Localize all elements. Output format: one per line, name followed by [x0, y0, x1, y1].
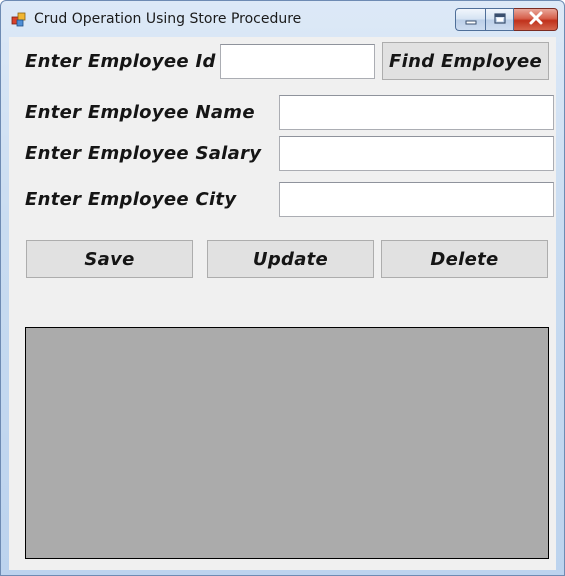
update-button[interactable]: Update [207, 240, 374, 278]
delete-button[interactable]: Delete [381, 240, 548, 278]
save-button[interactable]: Save [26, 240, 193, 278]
caption-buttons [455, 8, 558, 31]
employee-data-grid[interactable] [25, 327, 549, 559]
app-window: Crud Operation Using Store Procedure Ent… [0, 0, 565, 576]
employee-name-label: Enter Employee Name [25, 102, 255, 123]
employee-salary-input[interactable] [279, 136, 554, 171]
window-title: Crud Operation Using Store Procedure [34, 11, 302, 27]
title-bar[interactable]: Crud Operation Using Store Procedure [1, 1, 564, 37]
employee-name-input[interactable] [279, 95, 554, 130]
close-icon [528, 10, 544, 29]
form-client-area: Enter Employee Id Find Employee Enter Em… [9, 37, 556, 570]
minimize-icon [464, 10, 478, 29]
maximize-icon [493, 10, 507, 29]
close-button[interactable] [514, 8, 558, 31]
minimize-button[interactable] [455, 8, 485, 31]
employee-salary-label: Enter Employee Salary [25, 143, 262, 164]
employee-id-input[interactable] [220, 44, 375, 79]
employee-city-label: Enter Employee City [25, 189, 237, 210]
find-employee-button[interactable]: Find Employee [382, 42, 549, 80]
maximize-button[interactable] [485, 8, 514, 31]
employee-id-label: Enter Employee Id [25, 51, 216, 72]
employee-city-input[interactable] [279, 182, 554, 217]
form-app-icon [11, 12, 27, 28]
